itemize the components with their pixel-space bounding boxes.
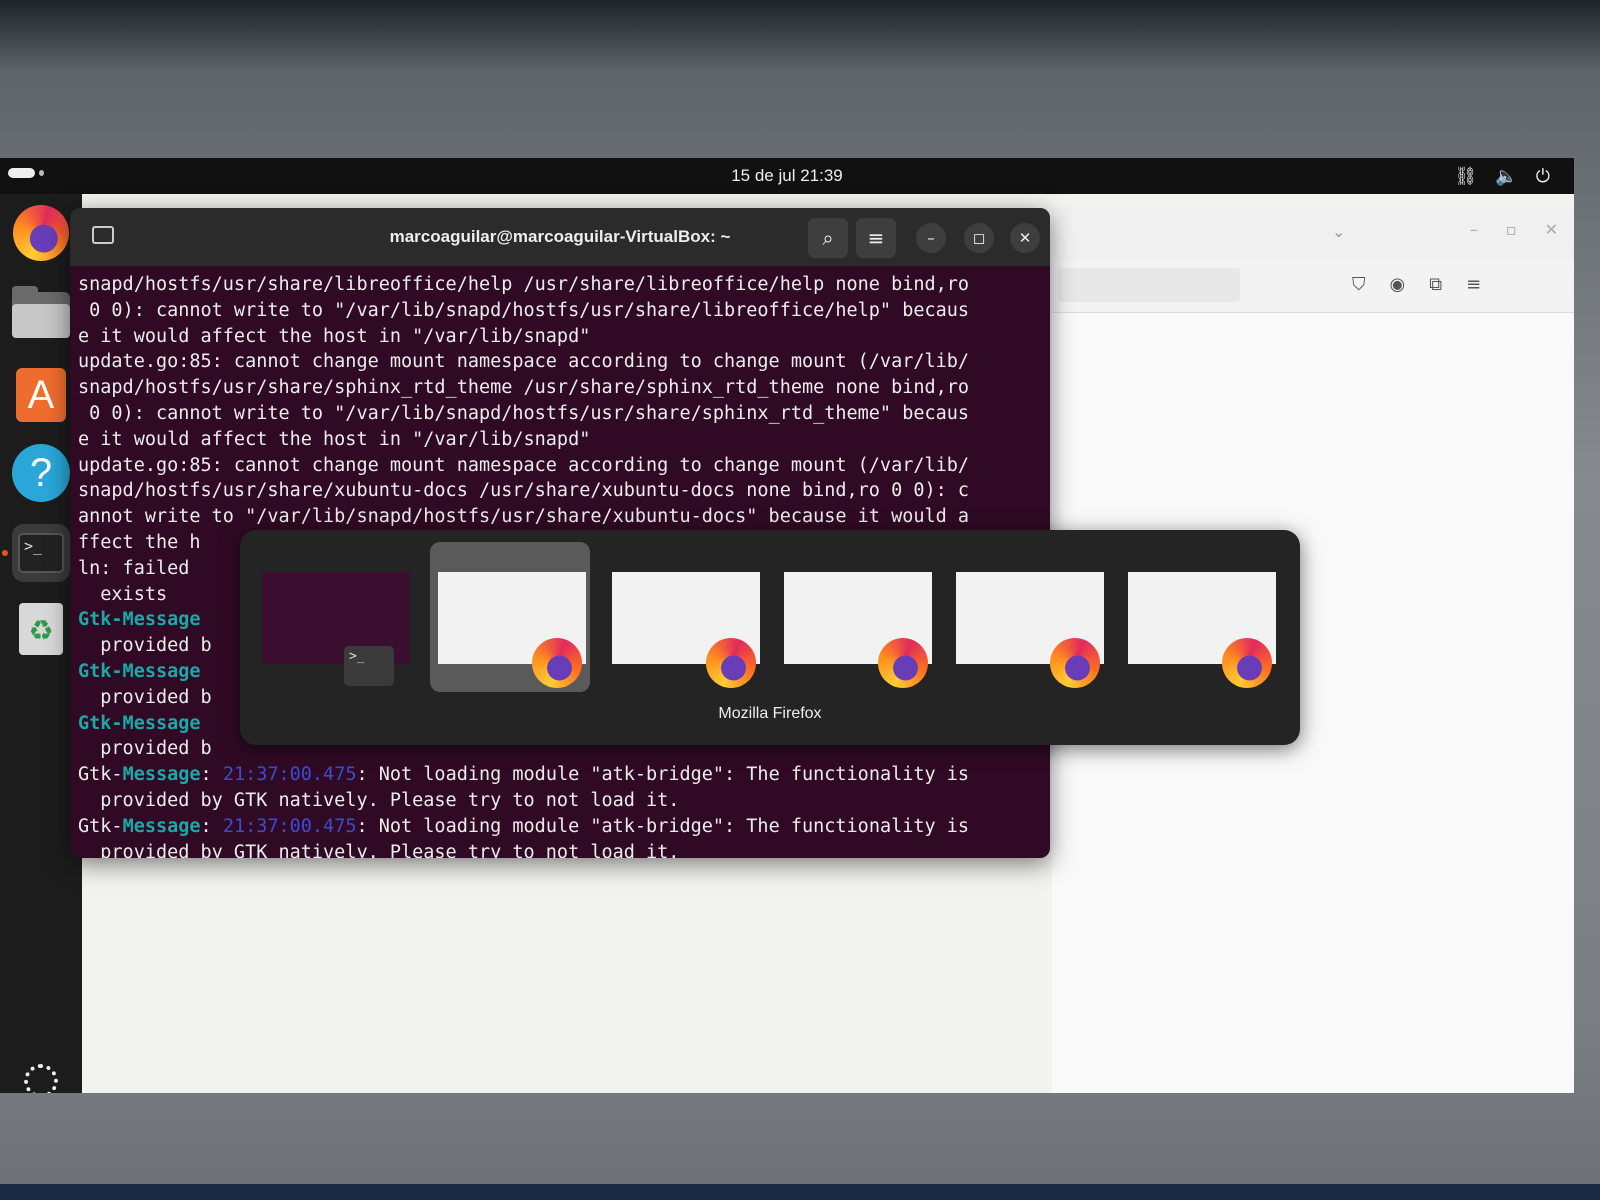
switcher-window-firefox-selected[interactable] bbox=[430, 542, 590, 692]
gtk-key: Gtk-Message bbox=[78, 712, 201, 734]
volume-icon[interactable]: 🔈 bbox=[1495, 166, 1517, 187]
firefox-toolbar: ⛉ ◉ ⧉ ≡ bbox=[1052, 260, 1574, 313]
terminal-line: 0 0): cannot write to "/var/lib/snapd/ho… bbox=[78, 299, 970, 321]
minimize-button[interactable]: – bbox=[916, 223, 946, 253]
terminal-line: update.go:85: cannot change mount namesp… bbox=[78, 454, 970, 476]
files-icon bbox=[12, 286, 70, 338]
gtk-colon: : bbox=[200, 764, 223, 786]
terminal-icon: >_ bbox=[18, 533, 64, 573]
gtk-key: Gtk-Message bbox=[78, 609, 201, 631]
switcher-label: Mozilla Firefox bbox=[718, 705, 822, 722]
host-taskbar bbox=[0, 1184, 1600, 1200]
firefox-icon bbox=[13, 205, 69, 261]
gtk-key: Gtk-Message bbox=[78, 660, 201, 682]
terminal-icon: >_ bbox=[344, 646, 394, 686]
gtk-message-line: Gtk-Message: 21:37:00.475: Not loading m… bbox=[78, 762, 1042, 788]
terminal-title: marcoaguilar@marcoaguilar-VirtualBox: ~ bbox=[389, 227, 731, 246]
terminal-line: provided by GTK natively. Please try to … bbox=[78, 789, 680, 811]
hamburger-icon: ≡ bbox=[867, 226, 885, 250]
maximize-icon: ◻ bbox=[972, 229, 986, 247]
firefox-icon bbox=[706, 638, 756, 688]
app-center-icon: A bbox=[16, 368, 66, 422]
terminal-headerbar[interactable]: marcoaguilar@marcoaguilar-VirtualBox: ~ … bbox=[70, 208, 1050, 266]
gtk-msg: : Not loading module "atk-bridge": The f… bbox=[356, 764, 970, 786]
terminal-line: snapd/hostfs/usr/share/sphinx_rtd_theme … bbox=[78, 377, 970, 399]
gtk-timestamp: 21:37:00.475 bbox=[222, 815, 357, 837]
dock-terminal[interactable]: >_ bbox=[12, 524, 70, 582]
top-bar: 15 de jul 21:39 ⛓ 🔈 ⏻ bbox=[0, 158, 1574, 194]
help-icon: ? bbox=[12, 444, 70, 502]
firefox-toolbar-icons: ⛉ ◉ ⧉ ≡ bbox=[1352, 274, 1481, 295]
window-switcher: >_ Mozilla Firefox bbox=[240, 530, 1300, 745]
terminal-line: annot write to "/var/lib/snapd/hostfs/us… bbox=[78, 506, 970, 528]
terminal-line: snapd/hostfs/usr/share/libreoffice/help … bbox=[78, 274, 970, 295]
terminal-line: e it would affect the host in "/var/lib/… bbox=[78, 428, 591, 450]
gtk-prefix: Gtk- bbox=[78, 815, 123, 837]
dock-app-center[interactable]: A bbox=[12, 366, 70, 424]
gtk-key: Message bbox=[122, 764, 201, 786]
gtk-msg: : Not loading module "atk-bridge": The f… bbox=[356, 815, 970, 837]
minimize-icon[interactable]: – bbox=[1470, 220, 1478, 239]
gtk-timestamp: 21:37:00.475 bbox=[222, 764, 357, 786]
terminal-line: provided by GTK natively. Please try to … bbox=[78, 841, 680, 858]
firefox-titlebar[interactable]: ⌄ – ▫ ✕ bbox=[1052, 208, 1574, 260]
switcher-window-terminal[interactable]: >_ bbox=[254, 542, 414, 692]
search-button[interactable]: ⌕ bbox=[808, 218, 848, 258]
firefox-icon bbox=[878, 638, 928, 688]
switcher-window-firefox[interactable] bbox=[948, 542, 1108, 692]
switcher-window-firefox[interactable] bbox=[1120, 542, 1280, 692]
gtk-message-line: Gtk-Message: 21:37:00.475: Not loading m… bbox=[78, 814, 1042, 840]
desktop-screen: 15 de jul 21:39 ⛓ 🔈 ⏻ A ? >_ ♻ ⌄ – ▫ ✕ ⛉… bbox=[0, 158, 1574, 1093]
clock[interactable]: 15 de jul 21:39 bbox=[0, 158, 1574, 194]
dock-firefox[interactable] bbox=[12, 204, 70, 262]
chevron-down-icon[interactable]: ⌄ bbox=[1332, 222, 1345, 241]
close-icon: ✕ bbox=[1018, 229, 1032, 247]
power-icon[interactable]: ⏻ bbox=[1536, 166, 1550, 187]
dock-files[interactable] bbox=[12, 286, 70, 344]
search-icon: ⌕ bbox=[822, 226, 834, 250]
minimize-icon: – bbox=[927, 229, 935, 247]
dock-trash[interactable]: ♻ bbox=[12, 600, 70, 658]
url-bar[interactable] bbox=[1058, 268, 1240, 302]
gtk-colon: : bbox=[200, 815, 223, 837]
maximize-icon[interactable]: ▫ bbox=[1506, 220, 1517, 239]
show-apps-icon[interactable] bbox=[24, 1064, 58, 1093]
switcher-window-firefox[interactable] bbox=[776, 542, 936, 692]
firefox-window-controls: – ▫ ✕ bbox=[1470, 220, 1558, 239]
firefox-icon bbox=[1050, 638, 1100, 688]
gtk-key: Message bbox=[122, 815, 201, 837]
trash-icon: ♻ bbox=[19, 603, 63, 655]
system-tray[interactable]: ⛓ 🔈 ⏻ bbox=[1454, 158, 1550, 194]
menu-icon[interactable]: ≡ bbox=[1466, 274, 1481, 295]
maximize-button[interactable]: ◻ bbox=[964, 223, 994, 253]
menu-button[interactable]: ≡ bbox=[856, 218, 896, 258]
switcher-window-firefox[interactable] bbox=[604, 542, 764, 692]
close-button[interactable]: ✕ bbox=[1010, 223, 1040, 253]
network-icon[interactable]: ⛓ bbox=[1454, 166, 1477, 187]
dock-help[interactable]: ? bbox=[12, 444, 70, 502]
gtk-prefix: Gtk- bbox=[78, 764, 123, 786]
terminal-line: 0 0): cannot write to "/var/lib/snapd/ho… bbox=[78, 402, 970, 424]
extensions-icon[interactable]: ⧉ bbox=[1429, 274, 1442, 295]
terminal-line: update.go:85: cannot change mount namesp… bbox=[78, 351, 970, 373]
pocket-icon[interactable]: ⛉ bbox=[1352, 274, 1366, 295]
terminal-line: snapd/hostfs/usr/share/xubuntu-docs /usr… bbox=[78, 480, 970, 502]
terminal-running-dot bbox=[2, 550, 8, 556]
firefox-icon bbox=[1222, 638, 1272, 688]
account-icon[interactable]: ◉ bbox=[1390, 274, 1406, 295]
close-icon[interactable]: ✕ bbox=[1545, 220, 1558, 239]
firefox-icon bbox=[532, 638, 582, 688]
terminal-line: e it would affect the host in "/var/lib/… bbox=[78, 325, 591, 347]
